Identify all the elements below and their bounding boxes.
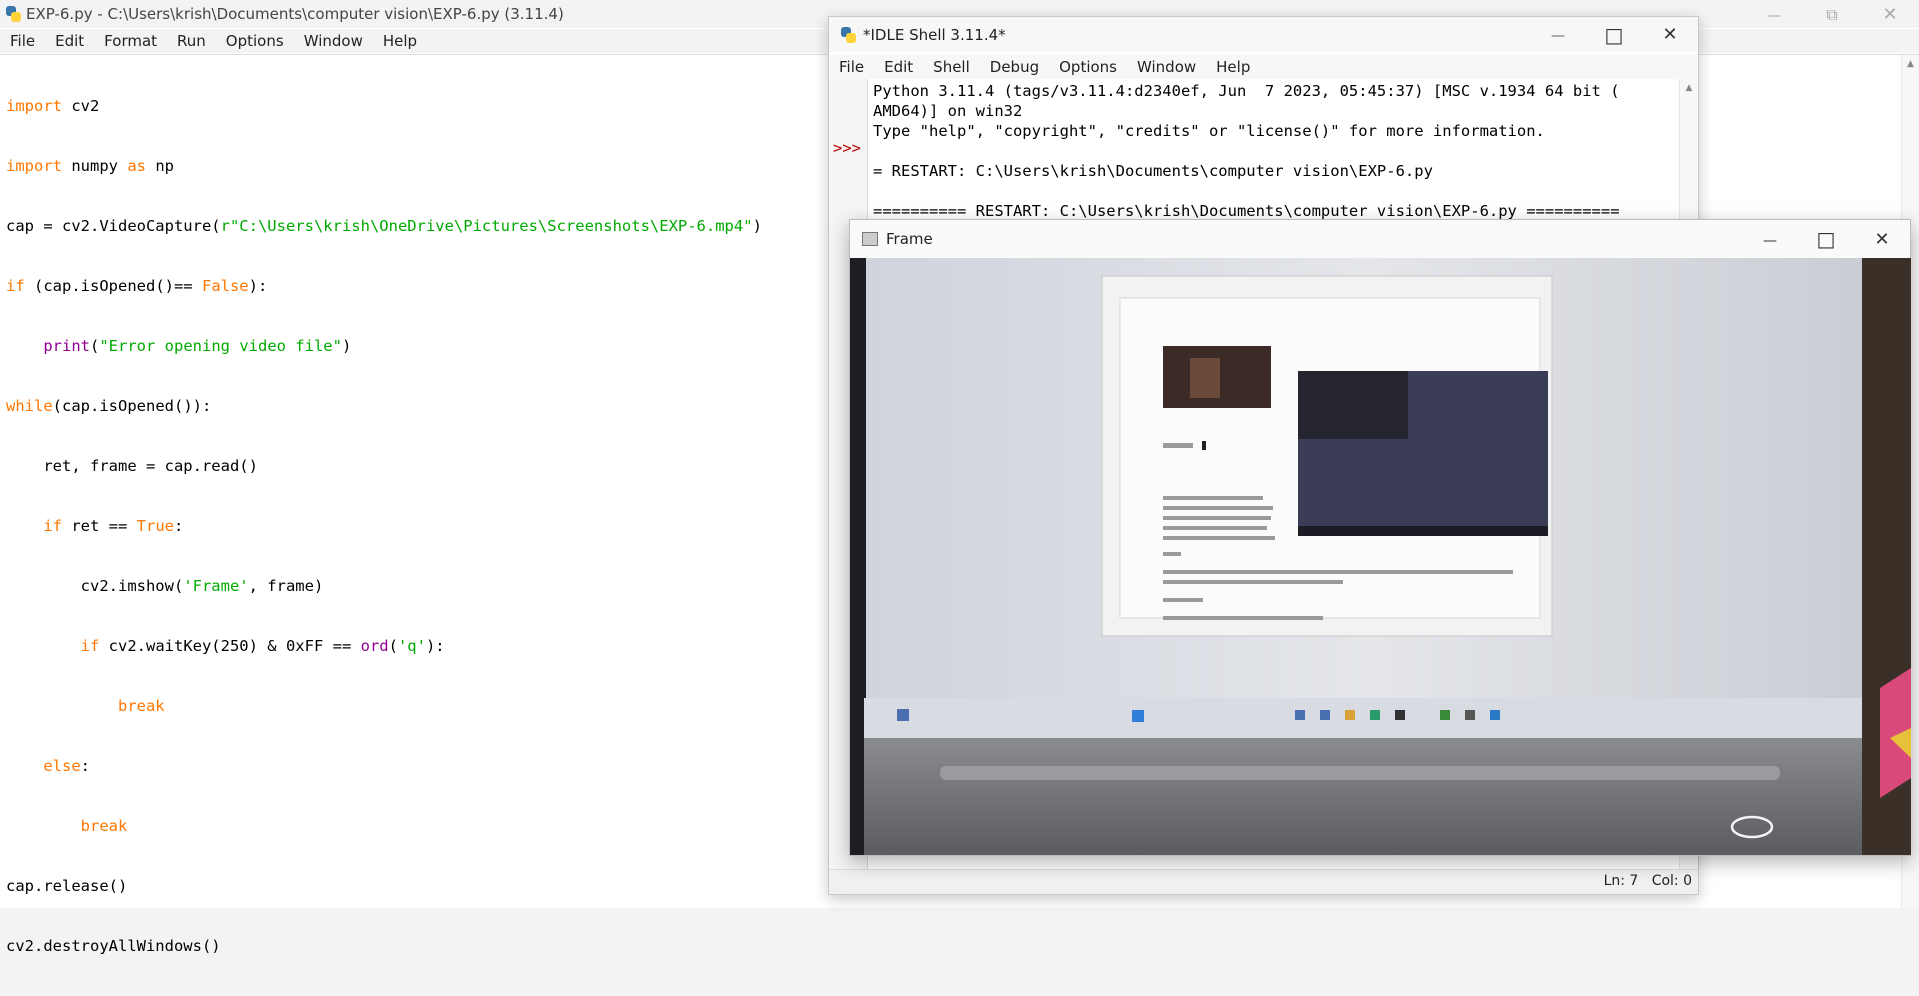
frame-window-icon [862,232,878,246]
shell-output-line: Type "help", "copyright", "credits" or "… [873,122,1545,140]
keyword: import [6,97,62,115]
code-line: import cv2 [6,97,100,115]
shell-menu-file[interactable]: File [829,55,874,79]
shell-title: *IDLE Shell 3.11.4* [863,25,1006,44]
shell-output-line: Python 3.11.4 (tags/v3.11.4:d2340ef, Jun… [873,82,1620,100]
code-line: print("Error opening video file") [43,337,352,355]
code-line: break [6,696,762,716]
shell-menubar: File Edit Shell Debug Options Window Help [829,55,1698,79]
close-icon[interactable] [1861,4,1919,25]
minimize-icon[interactable] [1530,24,1586,45]
close-icon[interactable] [1854,229,1910,250]
shell-output-line: = RESTART: C:\Users\krish\Documents\comp… [873,162,1433,180]
code-editor[interactable]: import cv2 import numpy as np cap = cv2.… [6,56,762,996]
builtin: ord [360,637,389,655]
keyword: if [6,277,25,295]
code-line: while(cap.isOpened()): [6,397,212,415]
string-literal: "Error opening video file" [99,337,342,355]
string-literal: r"C:\Users\krish\OneDrive\Pictures\Scree… [220,217,753,235]
keyword: break [117,697,165,715]
keyword: False [201,277,249,295]
shell-menu-help[interactable]: Help [1206,55,1260,79]
code-line: if (cap.isOpened()== False): [6,277,268,295]
laptop-taskbar [864,698,1862,738]
editor-menu-file[interactable]: File [0,29,45,53]
code-line: if cv2.waitKey(250) & 0xFF == ord('q'): [80,637,445,655]
code-line: cap.release() [6,877,128,895]
string-literal: 'Frame' [183,577,249,595]
editor-menu-format[interactable]: Format [94,29,167,53]
editor-menu-help[interactable]: Help [373,29,427,53]
code-line: cv2.destroyAllWindows() [6,937,221,955]
string-literal: 'q' [397,637,426,655]
shell-output-line [873,141,1678,161]
frame-window: Frame [849,219,1911,856]
restore-icon[interactable] [1803,4,1861,25]
editor-menu-window[interactable]: Window [294,29,373,53]
keyword: if [43,517,62,535]
code-line: cap = cv2.VideoCapture(r"C:\Users\krish\… [6,217,762,235]
code-line: else: [43,757,90,775]
shell-output[interactable]: Python 3.11.4 (tags/v3.11.4:d2340ef, Jun… [873,81,1678,221]
minimize-icon[interactable] [1745,4,1803,25]
laptop-keyboard-deck [864,738,1862,855]
keyword: if [80,637,100,655]
frame-titlebar[interactable]: Frame [850,220,1910,258]
video-frame [850,258,1911,855]
shell-menu-window[interactable]: Window [1127,55,1206,79]
cursor-position: Ln: 7 Col: 0 [1603,873,1692,889]
keyword: else [43,757,81,775]
shell-prompt: >>> [833,139,861,157]
shell-output-line: AMD64)] on win32 [873,102,1023,120]
shell-menu-edit[interactable]: Edit [874,55,923,79]
keyword: while [6,397,53,415]
shell-menu-debug[interactable]: Debug [980,55,1049,79]
code-line: cv2.imshow('Frame', frame) [6,577,324,595]
maximize-icon[interactable] [1798,227,1854,251]
close-icon[interactable] [1642,24,1698,45]
editor-title: EXP-6.py - C:\Users\krish\Documents\comp… [26,5,564,23]
scroll-up-arrow-icon[interactable]: ▲ [1902,59,1919,69]
editor-menu-options[interactable]: Options [216,29,294,53]
python-icon [839,26,857,44]
shell-statusbar: Ln: 7 Col: 0 [829,869,1698,894]
keyword: break [80,817,128,835]
shell-output-line [873,181,1678,201]
code-line: import numpy as np [6,157,174,175]
editor-menu-edit[interactable]: Edit [45,29,94,53]
keyword: import [6,157,62,175]
editor-menu-run[interactable]: Run [167,29,216,53]
code-line: ret, frame = cap.read() [6,457,258,475]
shell-output-line: ========== RESTART: C:\Users\krish\Docum… [873,202,1620,220]
frame-title: Frame [886,230,933,248]
minimize-icon[interactable] [1742,229,1798,250]
keyword: as [127,157,146,175]
builtin: print [43,337,90,355]
scroll-up-arrow-icon[interactable]: ▲ [1680,83,1698,93]
maximize-icon[interactable] [1586,23,1642,47]
shell-menu-shell[interactable]: Shell [923,55,980,79]
shell-menu-options[interactable]: Options [1049,55,1127,79]
python-icon [4,5,22,23]
shell-titlebar[interactable]: *IDLE Shell 3.11.4* [829,17,1698,52]
keyword: True [136,517,174,535]
code-line: if ret == True: [43,517,184,535]
code-line: break [6,816,762,836]
